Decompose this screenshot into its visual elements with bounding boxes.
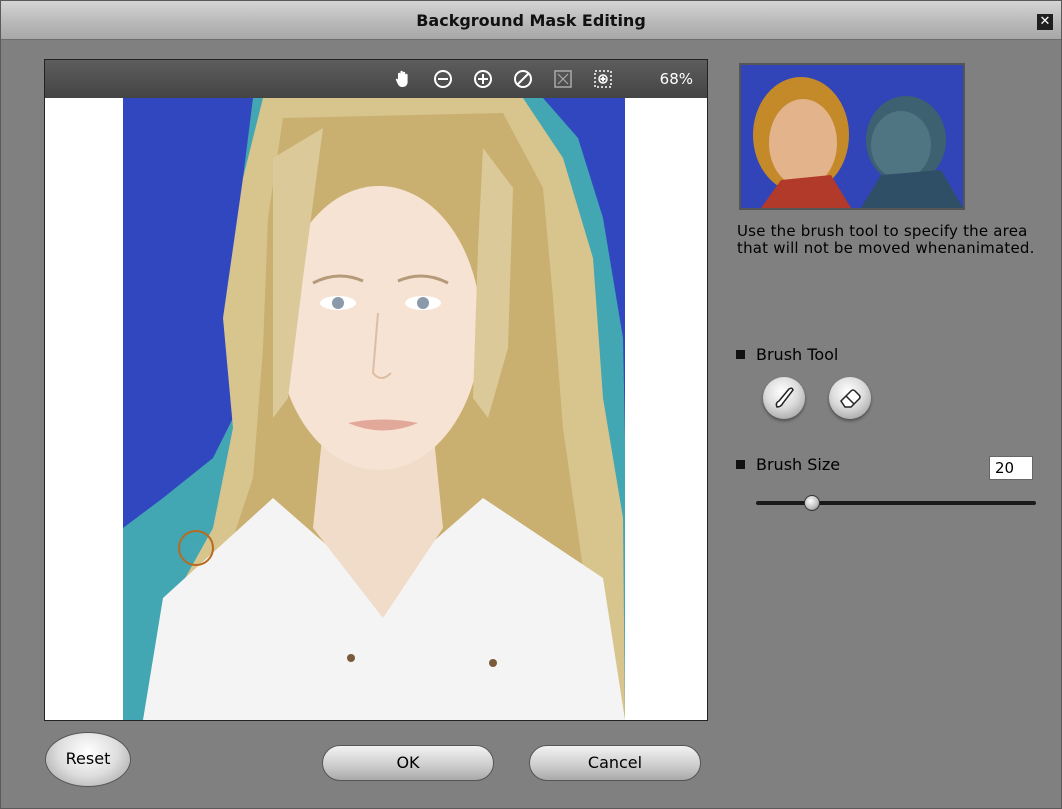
brush-size-slider[interactable]	[756, 501, 1036, 505]
hand-icon[interactable]	[393, 69, 413, 89]
close-icon[interactable]: ✕	[1037, 14, 1053, 30]
portrait-image	[123, 98, 625, 720]
ok-button[interactable]: OK	[322, 745, 494, 781]
clear-icon[interactable]	[513, 69, 533, 89]
brush-icon	[775, 387, 794, 408]
zoom-out-icon[interactable]	[433, 69, 453, 89]
brush-button[interactable]	[763, 377, 805, 419]
actual-size-icon[interactable]	[593, 69, 613, 89]
mask-canvas[interactable]: 68%	[44, 59, 708, 721]
brush-size-label: Brush Size	[756, 455, 841, 474]
reset-button[interactable]: Reset	[45, 732, 131, 787]
brush-size-input[interactable]: 20	[989, 456, 1033, 480]
brush-tool-marker	[736, 350, 745, 359]
canvas-toolbar: 68%	[45, 60, 707, 98]
eraser-button[interactable]	[829, 377, 871, 419]
preview-thumbnail	[739, 63, 965, 210]
brush-tool-label: Brush Tool	[756, 345, 839, 364]
cancel-button[interactable]: Cancel	[529, 745, 701, 781]
dialog-title: Background Mask Editing	[416, 11, 646, 30]
zoom-level: 68%	[659, 70, 693, 88]
help-text: Use the brush tool to specify the area t…	[737, 222, 1035, 257]
mask-editor-dialog: Background Mask Editing ✕ 68% Use the br…	[0, 0, 1062, 809]
zoom-in-icon[interactable]	[473, 69, 493, 89]
brush-size-marker	[736, 460, 745, 469]
eraser-icon	[840, 389, 861, 408]
fit-icon[interactable]	[553, 69, 573, 89]
title-bar: Background Mask Editing ✕	[1, 1, 1061, 40]
slider-handle[interactable]	[804, 495, 820, 511]
